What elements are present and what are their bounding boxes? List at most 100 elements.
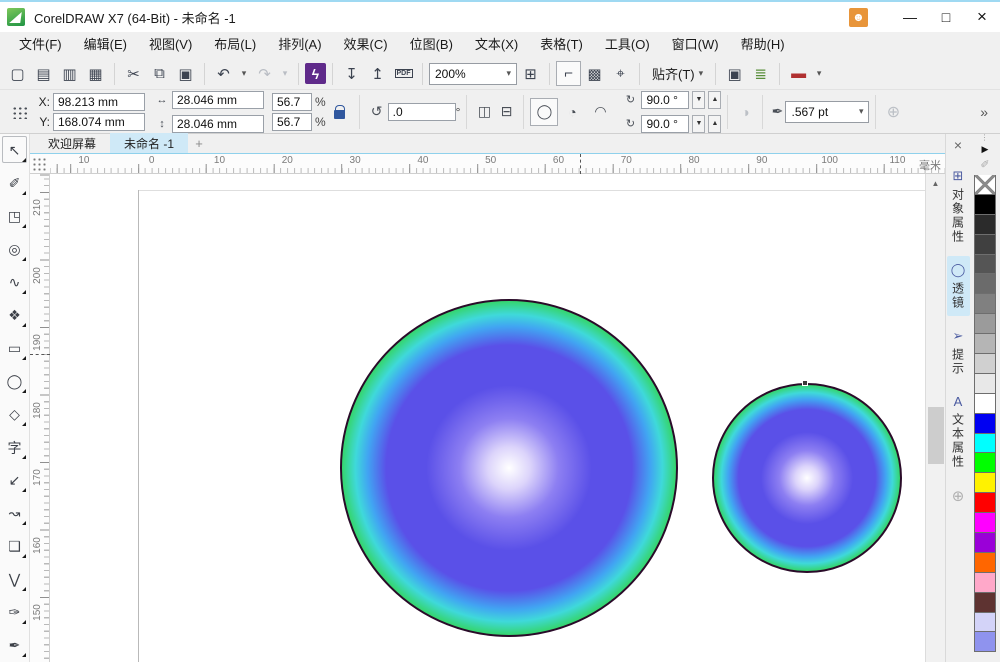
object-height-input[interactable]: 28.046 mm xyxy=(172,115,264,133)
redo-button[interactable]: ↷ xyxy=(252,61,277,86)
paste-button[interactable]: ▣ xyxy=(173,61,198,86)
palette-swatch[interactable] xyxy=(974,573,996,593)
color-eyedropper-tool[interactable]: ✑ xyxy=(0,596,29,629)
change-direction-button[interactable]: ◑ xyxy=(734,101,756,123)
palette-swatch[interactable] xyxy=(974,632,996,652)
toolbar-overflow-icon[interactable]: » xyxy=(980,104,994,120)
spin-down-icon[interactable]: ▼ xyxy=(692,115,705,133)
zoom-level-select[interactable]: 200% ▾ xyxy=(429,63,517,85)
end-angle-input[interactable]: 90.0 ° xyxy=(641,115,689,133)
fullscreen-preview-button[interactable]: ⊞ xyxy=(518,61,543,86)
object-width-input[interactable]: 28.046 mm xyxy=(172,91,264,109)
close-button[interactable]: × xyxy=(964,2,1000,32)
docker-tab-lens[interactable]: ◯ 透镜 xyxy=(947,256,970,316)
copy-button[interactable]: ⧉ xyxy=(147,61,172,86)
scale-y-input[interactable]: 56.7 xyxy=(272,113,312,131)
menu-item[interactable]: 窗口(W) xyxy=(661,32,730,58)
palette-swatch[interactable] xyxy=(974,274,996,294)
open-button[interactable]: ▤ xyxy=(31,61,56,86)
menu-item[interactable]: 位图(B) xyxy=(399,32,464,58)
palette-swatch[interactable] xyxy=(974,434,996,454)
freehand-tool[interactable]: ∿ xyxy=(0,266,29,299)
ellipse-mode-button[interactable]: ◯ xyxy=(530,98,558,126)
y-position-input[interactable]: 168.074 mm xyxy=(53,113,145,131)
dimension-tool[interactable]: ↙ xyxy=(0,464,29,497)
add-preset-button[interactable]: ⊕ xyxy=(882,101,904,123)
pie-mode-button[interactable]: ◔ xyxy=(558,98,586,126)
palette-swatch[interactable] xyxy=(974,255,996,275)
palette-swatch[interactable] xyxy=(974,235,996,255)
palette-swatch[interactable] xyxy=(974,533,996,553)
drawing-canvas[interactable] xyxy=(50,174,925,662)
export-button[interactable]: ↥ xyxy=(365,61,390,86)
save-button[interactable]: ▥ xyxy=(57,61,82,86)
show-grid-button[interactable]: ▩ xyxy=(582,61,607,86)
palette-grip-icon[interactable]: ⋮ xyxy=(981,134,990,142)
crop-tool[interactable]: ◳ xyxy=(0,200,29,233)
palette-swatch[interactable] xyxy=(974,294,996,314)
zoom-tool[interactable]: ◎ xyxy=(0,233,29,266)
palette-swatch[interactable] xyxy=(974,314,996,334)
shape-tool[interactable]: ✐ xyxy=(0,167,29,200)
eyedropper-icon[interactable]: ✐ xyxy=(980,156,989,172)
show-rulers-button[interactable]: ⌐ xyxy=(556,61,581,86)
outline-width-select[interactable]: .567 pt ▾ xyxy=(785,101,869,123)
polygon-tool[interactable]: ◇ xyxy=(0,398,29,431)
pick-tool[interactable]: ↖ xyxy=(0,134,29,167)
palette-flyout-icon[interactable]: ▶ xyxy=(982,142,989,156)
new-tab-button[interactable]: + xyxy=(188,133,210,153)
docker-close-icon[interactable]: × xyxy=(946,134,970,156)
drop-shadow-tool[interactable]: ❑ xyxy=(0,530,29,563)
palette-swatch[interactable] xyxy=(974,175,996,195)
menu-item[interactable]: 效果(C) xyxy=(333,32,399,58)
spin-down-icon[interactable]: ▼ xyxy=(692,91,705,109)
ellipse-tool[interactable]: ◯ xyxy=(0,365,29,398)
smart-fill-tool[interactable]: ❖ xyxy=(0,299,29,332)
menu-item[interactable]: 帮助(H) xyxy=(730,32,796,58)
vertical-ruler[interactable]: 210200190180170160150140 xyxy=(30,174,50,662)
scroll-up-icon[interactable]: ▲ xyxy=(926,174,945,192)
palette-swatch[interactable] xyxy=(974,215,996,235)
options-button[interactable]: ▣ xyxy=(722,61,747,86)
tab-untitled-1[interactable]: 未命名 -1 xyxy=(110,133,188,153)
ruler-origin-icon[interactable] xyxy=(32,157,48,171)
application-launcher-button[interactable]: ≣ xyxy=(748,61,773,86)
palette-swatch[interactable] xyxy=(974,354,996,374)
user-account-icon[interactable]: ☻ xyxy=(849,8,868,27)
welcome-screen-button[interactable]: ▬ xyxy=(786,61,811,86)
rectangle-tool[interactable]: ▭ xyxy=(0,332,29,365)
menu-item[interactable]: 排列(A) xyxy=(267,32,332,58)
menu-item[interactable]: 表格(T) xyxy=(529,32,594,58)
palette-swatch[interactable] xyxy=(974,473,996,493)
mirror-vertical-button[interactable]: ⊟ xyxy=(495,101,517,123)
palette-swatch[interactable] xyxy=(974,334,996,354)
spin-up-icon[interactable]: ▲ xyxy=(708,115,721,133)
undo-dropdown-icon[interactable]: ▾ xyxy=(237,61,251,86)
palette-swatch[interactable] xyxy=(974,374,996,394)
docker-tab-text-properties[interactable]: A 文本属性 xyxy=(947,388,970,475)
menu-item[interactable]: 文本(X) xyxy=(464,32,529,58)
docker-tab-object-properties[interactable]: ⊞ 对象属性 xyxy=(947,162,970,250)
quick-customize-icon[interactable]: ⊕ xyxy=(952,487,965,505)
connector-tool[interactable]: ↝ xyxy=(0,497,29,530)
selection-node[interactable] xyxy=(802,380,808,386)
spin-up-icon[interactable]: ▲ xyxy=(708,91,721,109)
palette-swatch[interactable] xyxy=(974,613,996,633)
menu-item[interactable]: 视图(V) xyxy=(138,32,203,58)
scrollbar-thumb[interactable] xyxy=(928,407,944,464)
scale-x-input[interactable]: 56.7 xyxy=(272,93,312,111)
cut-button[interactable]: ✂ xyxy=(121,61,146,86)
large-rainbow-circle[interactable] xyxy=(340,299,678,637)
docker-tab-hints[interactable]: ➢ 提示 xyxy=(947,322,970,382)
print-button[interactable]: ▦ xyxy=(83,61,108,86)
transparency-tool[interactable]: ⋁ xyxy=(0,563,29,596)
tab-welcome-screen[interactable]: 欢迎屏幕 xyxy=(34,133,110,153)
palette-swatch[interactable] xyxy=(974,593,996,613)
lock-ratio-icon[interactable] xyxy=(334,110,345,119)
palette-swatch[interactable] xyxy=(974,195,996,215)
arc-mode-button[interactable]: ◠ xyxy=(586,98,614,126)
horizontal-ruler[interactable]: 100102030405060708090100110 毫米 xyxy=(30,154,945,174)
maximize-button[interactable]: □ xyxy=(928,2,964,32)
undo-button[interactable]: ↶ xyxy=(211,61,236,86)
small-rainbow-circle[interactable] xyxy=(712,383,902,573)
